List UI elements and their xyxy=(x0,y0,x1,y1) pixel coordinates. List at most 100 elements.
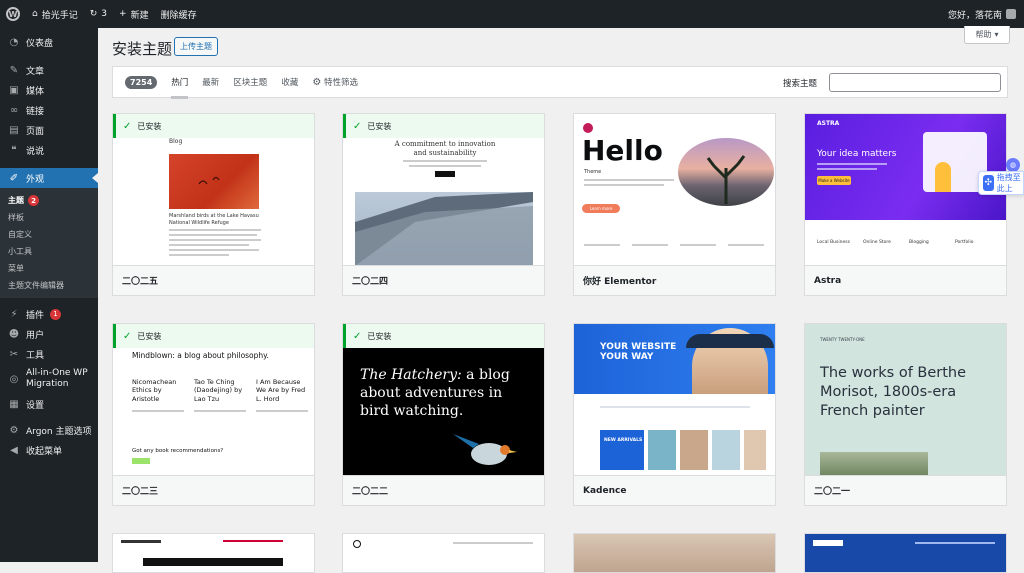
page-icon: ▤ xyxy=(9,124,19,136)
preview-title: Hello xyxy=(582,134,663,167)
new-content-link[interactable]: + 新建 xyxy=(113,0,155,28)
theme-screenshot: TWENTY TWENTY-ONE The works of Berthe Mo… xyxy=(805,324,1006,476)
updates-count: 3 xyxy=(101,9,108,19)
sidebar-item-label: 媒体 xyxy=(26,86,45,97)
sidebar-item-label: Argon 主题选项 xyxy=(26,426,92,437)
home-icon: ⌂ xyxy=(32,9,38,19)
assistant-icon[interactable]: ◍ xyxy=(1006,158,1020,172)
sidebar-item-talk[interactable]: ❝ 说说 xyxy=(0,140,98,160)
submenu-patterns[interactable]: 样板 xyxy=(0,209,98,226)
media-icon: ▣ xyxy=(9,84,19,96)
theme-card[interactable]: ASTRA Your idea matters Make a Website L… xyxy=(804,113,1007,296)
sidebar-item-label: 文章 xyxy=(26,66,45,77)
theme-card[interactable] xyxy=(804,533,1007,573)
installed-label: 已安装 xyxy=(137,121,162,131)
theme-name: 二〇二五 xyxy=(113,265,314,295)
refresh-icon: ↻ xyxy=(89,9,98,19)
theme-card[interactable]: Hello Theme Learn more 你好 Elementor xyxy=(573,113,776,296)
wordpress-logo-button[interactable]: W xyxy=(0,0,26,28)
updates-link[interactable]: ↻ 3 xyxy=(84,0,113,28)
tab-popular[interactable]: 热门 xyxy=(171,76,189,99)
greeting-label: 您好，落花南 xyxy=(947,10,1002,21)
preview-text: NEW ARRIVALS xyxy=(604,438,643,443)
theme-card[interactable]: ✓ 已安装 Mindblown: a blog about philosophy.… xyxy=(112,323,315,506)
upload-theme-button[interactable]: 上传主题 xyxy=(174,37,218,56)
submenu-customize[interactable]: 自定义 xyxy=(0,226,98,243)
sidebar-item-plugins[interactable]: ⚡ 插件 1 xyxy=(0,304,98,324)
clear-cache-link[interactable]: 删除缓存 xyxy=(155,0,203,28)
preview-heading: Your idea matters xyxy=(817,149,897,159)
installed-label: 已安装 xyxy=(137,331,162,341)
painting-image xyxy=(820,452,928,476)
site-name-label: 拾光手记 xyxy=(41,10,78,21)
sidebar-item-label: 收起菜单 xyxy=(26,446,63,457)
tab-latest[interactable]: 最新 xyxy=(202,76,219,88)
preview-text: Portfolio xyxy=(955,240,974,245)
drag-drop-label: 拖拽至此上 xyxy=(996,173,1021,193)
submenu-theme-editor[interactable]: 主题文件编辑器 xyxy=(0,277,98,294)
submenu-widgets[interactable]: 小工具 xyxy=(0,243,98,260)
sidebar-item-collapse[interactable]: ◀ 收起菜单 xyxy=(0,440,98,460)
sidebar-item-label: 说说 xyxy=(26,146,45,157)
sidebar-item-tools[interactable]: ✂ 工具 xyxy=(0,344,98,364)
sidebar-item-pages[interactable]: ▤ 页面 xyxy=(0,120,98,140)
birds-illustration xyxy=(198,176,220,185)
plugins-update-badge: 1 xyxy=(50,308,62,320)
search-label: 搜索主题 xyxy=(782,79,817,89)
theme-screenshot: Hello Theme Learn more xyxy=(574,114,775,266)
preview-heading: YOUR WEBSITE YOUR WAY xyxy=(600,342,677,363)
preview-text: Marshland birds at the Lake Havasu Natio… xyxy=(169,213,259,226)
theme-name: 你好 Elementor xyxy=(574,265,775,295)
new-label: 新建 xyxy=(130,10,149,21)
submenu-label: 主题 xyxy=(8,196,24,205)
sidebar-item-users[interactable]: ☻ 用户 xyxy=(0,324,98,344)
drag-drop-helper[interactable]: ✣ 拖拽至此上 xyxy=(978,171,1024,195)
theme-card[interactable]: ✓ 已安装 The Hatchery: a blog about adventur… xyxy=(342,323,545,506)
site-name-link[interactable]: ⌂ 拾光手记 xyxy=(26,0,84,28)
building-image xyxy=(355,192,533,266)
kadence-hero: YOUR WEBSITE YOUR WAY xyxy=(574,324,775,394)
submenu-menus[interactable]: 菜单 xyxy=(0,260,98,277)
sidebar-item-argon-options[interactable]: ⚙ Argon 主题选项 xyxy=(0,420,98,440)
preview-heading: The works of Berthe Morisot, 1800s-era F… xyxy=(820,365,967,419)
theme-screenshot: ASTRA Your idea matters Make a Website L… xyxy=(805,114,1006,266)
theme-card[interactable]: ✓ 已安装 A commitment to innovation and sust… xyxy=(342,113,545,296)
search-themes-input[interactable] xyxy=(829,73,1001,92)
check-icon: ✓ xyxy=(353,330,362,342)
preview-heading: A commitment to innovation and sustainab… xyxy=(394,140,496,158)
sidebar-item-dashboard[interactable]: ◔ 仪表盘 xyxy=(0,32,98,52)
account-menu[interactable]: 您好，落花南 xyxy=(942,0,1024,28)
sidebar-item-label: All-in-One WP Migration xyxy=(26,368,88,389)
tab-favorites[interactable]: 收藏 xyxy=(281,76,298,88)
preview-text: Blog xyxy=(169,138,183,145)
sidebar-item-label: 工具 xyxy=(26,350,45,361)
preview-text: Nicomachean Ethics by Aristotle xyxy=(132,378,177,403)
sidebar-item-links[interactable]: ∞ 链接 xyxy=(0,100,98,120)
sidebar-item-posts[interactable]: ✎ 文章 xyxy=(0,60,98,80)
theme-card[interactable]: ✓ 已安装 Blog Marshland birds at the Lake Ha… xyxy=(112,113,315,296)
gear-icon: ⚙ xyxy=(312,77,322,88)
theme-card[interactable] xyxy=(112,533,315,573)
dashboard-icon: ◔ xyxy=(9,36,19,48)
feature-filter-button[interactable]: ⚙ 特性筛选 xyxy=(312,76,358,88)
help-button[interactable]: 帮助 ▾ xyxy=(964,26,1010,44)
preview-text: Tao Te Ching (Daodejing) by Lao Tzu xyxy=(194,378,243,403)
theme-card[interactable] xyxy=(342,533,545,573)
theme-card[interactable]: TWENTY TWENTY-ONE The works of Berthe Mo… xyxy=(804,323,1007,506)
preview-logo: ASTRA xyxy=(817,120,840,127)
theme-card[interactable] xyxy=(573,533,776,573)
sidebar-item-settings[interactable]: ▦ 设置 xyxy=(0,394,98,414)
theme-count: 7254 xyxy=(125,75,158,89)
collapse-icon: ◀ xyxy=(10,444,18,456)
theme-name: 二〇二一 xyxy=(805,475,1006,505)
sidebar-item-appearance[interactable]: ✐ 外观 xyxy=(0,168,98,188)
tab-block-themes[interactable]: 区块主题 xyxy=(233,76,267,88)
wordpress-icon: W xyxy=(6,7,20,21)
submenu-themes[interactable]: 主题 2 xyxy=(0,192,98,209)
preview-button: Make a Website xyxy=(817,176,851,185)
gear-icon: ⚙ xyxy=(9,424,19,436)
theme-card[interactable]: YOUR WEBSITE YOUR WAY NEW ARRIVALS Kaden… xyxy=(573,323,776,506)
sidebar-item-media[interactable]: ▣ 媒体 xyxy=(0,80,98,100)
astra-hero: ASTRA Your idea matters Make a Website xyxy=(805,114,1006,220)
sidebar-item-migration[interactable]: ◎ All-in-One WP Migration xyxy=(0,364,98,394)
